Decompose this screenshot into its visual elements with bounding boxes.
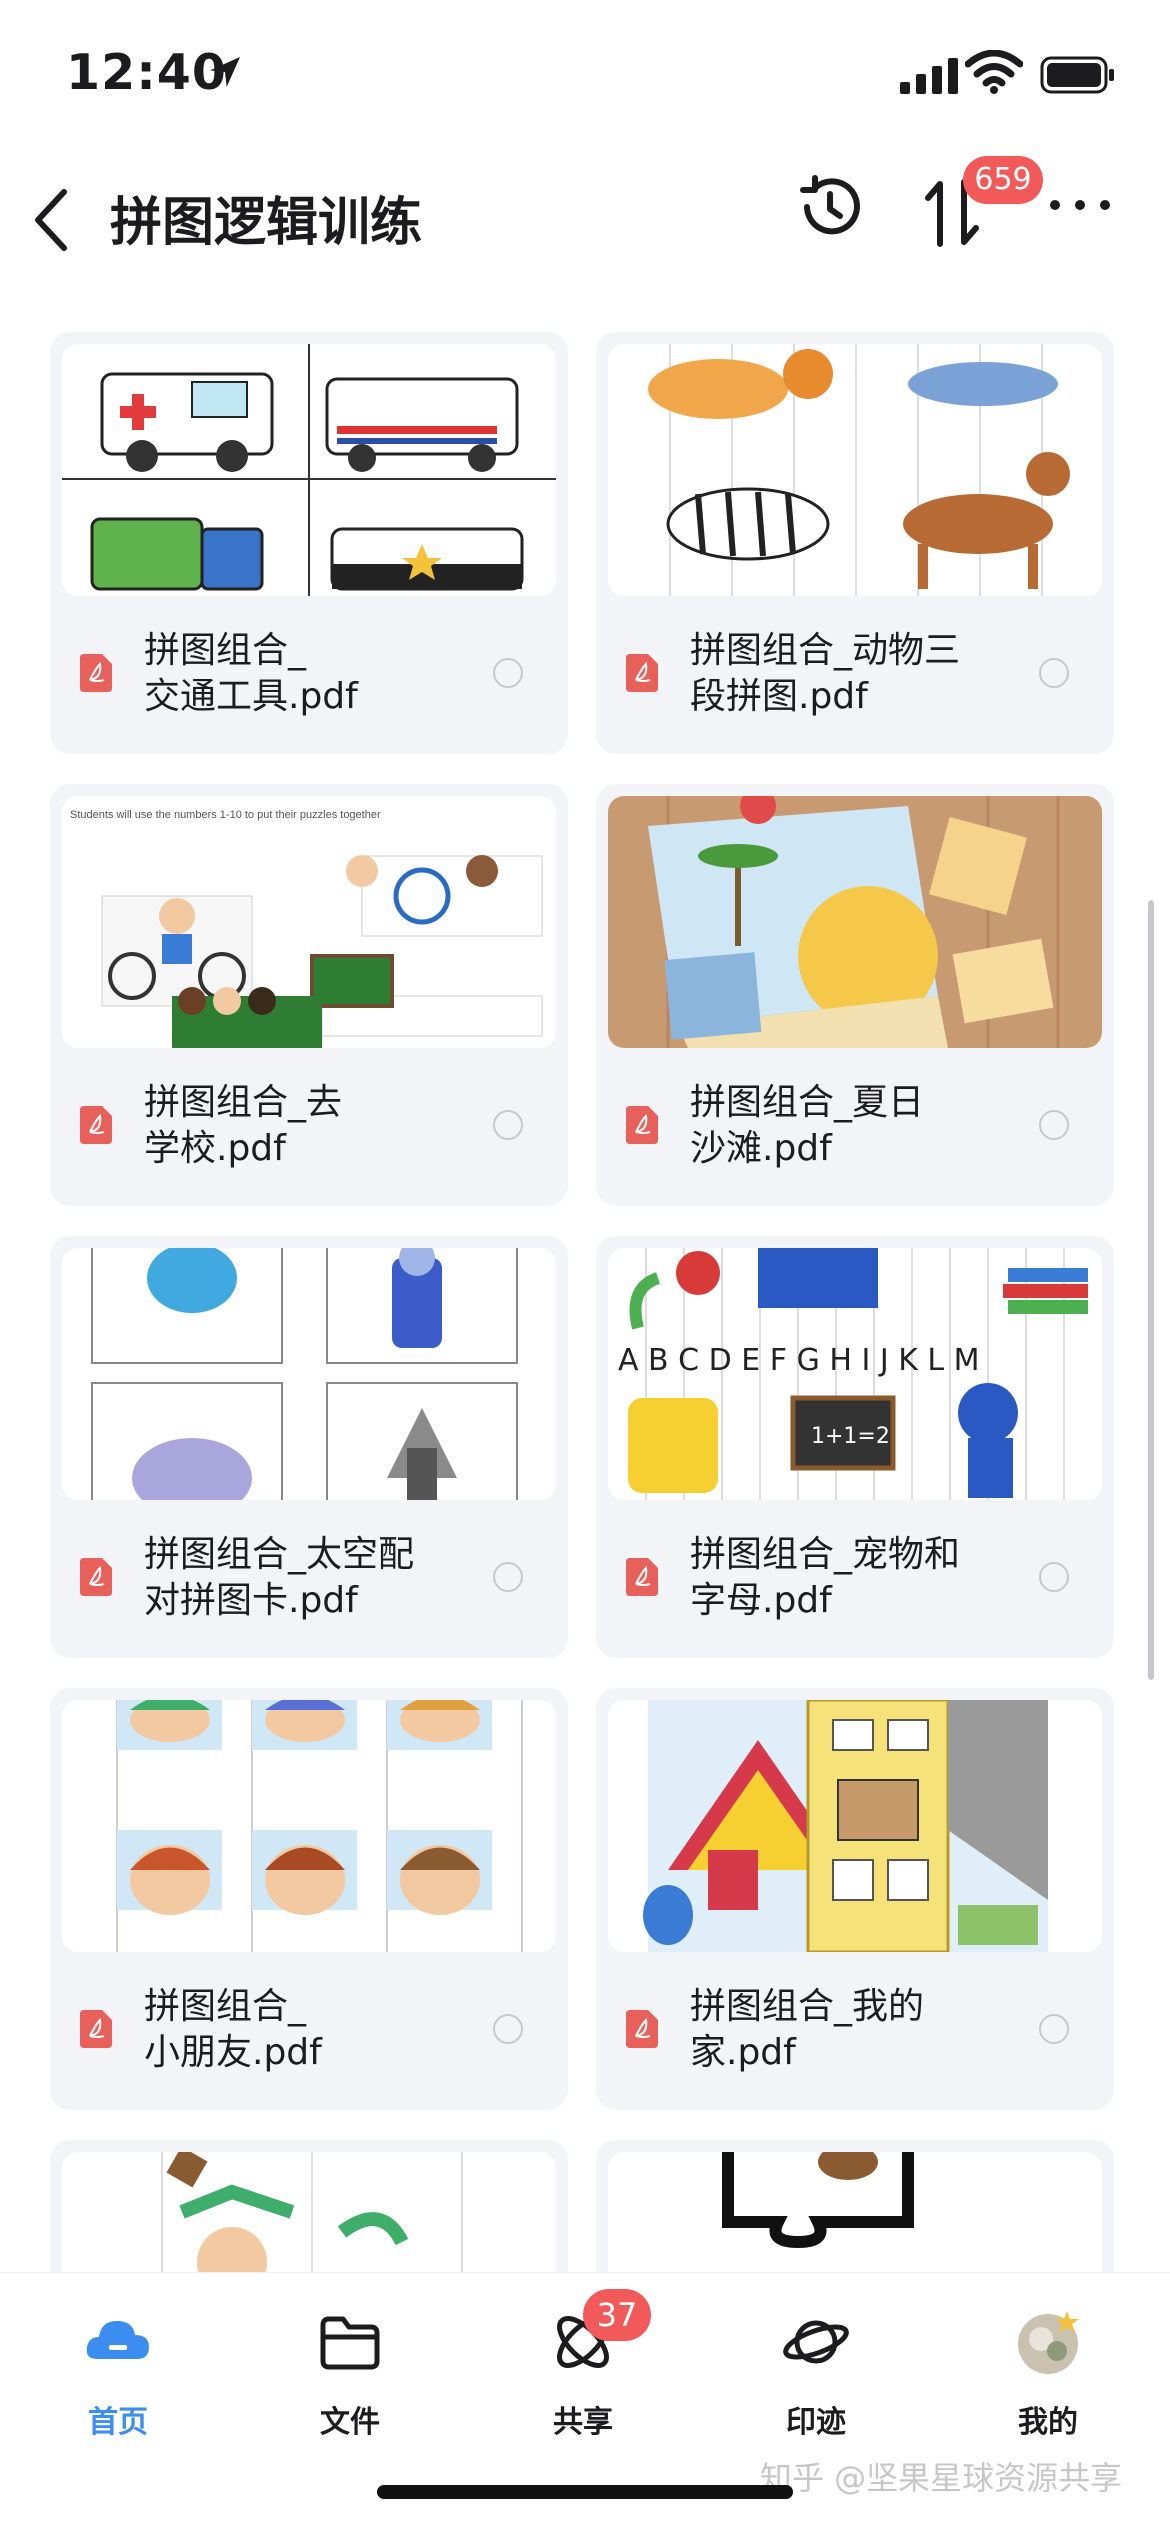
watermark-text: 知乎 @坚果星球资源共享 [760,2459,1123,2497]
file-name: 拼图组合_ 交通工具.pdf [144,630,358,717]
alphabet-thumbnail-image: A B C D E F G H I J K L M 1+1=2 [608,1248,1102,1500]
file-card[interactable]: 拼图组合_ 交通工具.pdf [50,332,568,754]
planet-icon [783,2320,849,2364]
file-card[interactable]: 拼图组合_太空配 对拼图卡.pdf [50,1236,568,1658]
select-radio[interactable] [1039,1110,1069,1140]
back-chevron-icon[interactable] [26,170,76,270]
file-thumbnail [608,1700,1102,1952]
file-card[interactable] [50,2140,568,2272]
tab-me[interactable]: 我的 [948,2293,1148,2440]
status-time: 12:40 [66,44,227,101]
tab-label: 我的 [1018,2405,1078,2440]
file-card[interactable]: Students will use the numbers 1-10 to pu… [50,784,568,1206]
select-radio[interactable] [493,658,523,688]
kids-thumbnail-image [62,1700,556,1952]
tab-label: 首页 [88,2405,148,2440]
file-name: 拼图组合_动物三 段拼图.pdf [690,630,961,717]
cellular-signal-icon [900,58,958,94]
file-thumbnail [62,344,556,596]
pdf-icon [626,654,658,692]
tab-home[interactable]: 首页 [18,2293,218,2440]
pdf-icon [626,1106,658,1144]
space-thumbnail-image [62,1248,556,1500]
battery-icon [1040,56,1114,94]
avatar-icon [1018,2311,1079,2374]
school-thumbnail-image: Students will use the numbers 1-10 to pu… [62,796,556,1048]
file-thumbnail [608,796,1102,1048]
file-name: 拼图组合_夏日 沙滩.pdf [690,1082,925,1169]
partial-thumbnail-image [62,2152,556,2272]
tab-files[interactable]: 文件 [250,2293,450,2440]
file-thumbnail [608,344,1102,596]
sort-badge: 659 [963,156,1043,204]
tab-label: 文件 [320,2405,380,2440]
select-radio[interactable] [1039,2014,1069,2044]
thumb-caption: Students will use the numbers 1-10 to pu… [70,809,381,821]
file-card[interactable]: 拼图组合_夏日 沙滩.pdf [596,784,1114,1206]
file-card[interactable]: A B C D E F G H I J K L M 1+1=2 拼图组合_宠物和… [596,1236,1114,1658]
file-thumbnail: Students will use the numbers 1-10 to pu… [62,796,556,1048]
file-thumbnail [62,2152,556,2272]
file-thumbnail: A B C D E F G H I J K L M 1+1=2 [608,1248,1102,1500]
nav-header: 拼图逻辑训练 659 [0,150,1170,290]
status-bar: 12:40 [0,0,1170,150]
vehicles-thumbnail-image [62,344,556,596]
tab-share[interactable]: 37 共享 [483,2289,683,2440]
pdf-icon [80,1558,112,1596]
file-name: 拼图组合_我的 家.pdf [690,1986,925,2073]
file-card[interactable]: 拼图组合_动物三 段拼图.pdf [596,332,1114,754]
history-icon[interactable] [795,172,865,242]
home-indicator [377,2485,793,2499]
pdf-icon [626,2010,658,2048]
tab-traces[interactable]: 印迹 [716,2293,916,2440]
tab-label: 印迹 [786,2405,846,2440]
more-icon[interactable] [1045,190,1115,220]
file-name: 拼图组合_ 小朋友.pdf [144,1986,322,2073]
select-radio[interactable] [1039,1562,1069,1592]
partial-thumbnail-image [608,2152,1102,2272]
pdf-icon [80,654,112,692]
file-card[interactable]: 拼图组合_ 小朋友.pdf [50,1688,568,2110]
file-card[interactable]: 拼图组合_我的 家.pdf [596,1688,1114,2110]
thumb-alphabet: A B C D E F G H I J K L M [618,1343,980,1378]
pdf-icon [80,1106,112,1144]
animals-thumbnail-image [608,344,1102,596]
select-radio[interactable] [493,2014,523,2044]
file-name: 拼图组合_宠物和 字母.pdf [690,1534,961,1621]
cloud-home-icon [86,2321,149,2359]
file-name: 拼图组合_太空配 对拼图卡.pdf [144,1534,415,1621]
file-grid: 拼图组合_ 交通工具.pdf 拼图组合_动物三 段拼图.pdf Students… [50,332,1120,2272]
select-radio[interactable] [493,1562,523,1592]
file-card[interactable] [596,2140,1114,2272]
thumb-math: 1+1=2 [811,1424,890,1449]
house-thumbnail-image [608,1700,1102,1952]
tab-label: 共享 [553,2405,613,2440]
tab-bar: 首页 文件 37 共享 印迹 我的 知乎 @坚果星球资源共享 [0,2272,1170,2533]
select-radio[interactable] [1039,658,1069,688]
location-arrow-icon [210,57,240,87]
pdf-icon [626,1558,658,1596]
pdf-icon [80,2010,112,2048]
scrollbar[interactable] [1148,900,1154,1680]
file-name: 拼图组合_去 学校.pdf [144,1082,343,1169]
beach-thumbnail-image [608,796,1102,1048]
page-title: 拼图逻辑训练 [110,193,423,253]
select-radio[interactable] [493,1110,523,1140]
file-thumbnail [62,1700,556,1952]
folder-icon [320,2316,380,2370]
wifi-icon [965,50,1023,94]
file-thumbnail [608,2152,1102,2272]
share-badge: 37 [583,2289,651,2341]
file-thumbnail [62,1248,556,1500]
